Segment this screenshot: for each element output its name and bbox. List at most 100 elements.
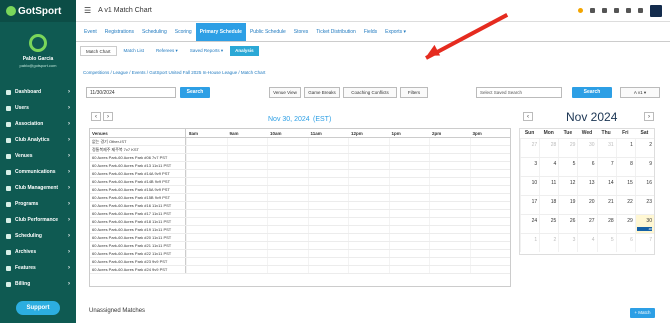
- schedule-slot[interactable]: [469, 170, 511, 177]
- division-select[interactable]: A v1 ▾: [620, 87, 660, 98]
- schedule-slot[interactable]: [186, 266, 227, 273]
- schedule-slot[interactable]: [226, 138, 268, 145]
- nav-scheduling[interactable]: Scheduling ›: [0, 228, 76, 244]
- schedule-slot[interactable]: [226, 258, 268, 265]
- schedule-slot[interactable]: [388, 242, 430, 249]
- calendar-day[interactable]: 19: [558, 196, 577, 214]
- calendar-day[interactable]: 9: [634, 158, 654, 176]
- calendar-day[interactable]: 24: [520, 215, 539, 233]
- schedule-slot[interactable]: [429, 170, 470, 177]
- calendar-day[interactable]: 5: [596, 234, 616, 252]
- calendar-day[interactable]: 28: [539, 139, 558, 157]
- schedule-slot[interactable]: [348, 194, 389, 201]
- nav-association[interactable]: Association ›: [0, 116, 76, 132]
- schedule-slot[interactable]: [429, 202, 470, 209]
- schedule-slot[interactable]: [429, 186, 470, 193]
- schedule-slot[interactable]: [469, 266, 511, 273]
- schedule-slot[interactable]: [429, 242, 470, 249]
- schedule-slot[interactable]: [186, 154, 227, 161]
- schedule-slot[interactable]: [469, 226, 511, 233]
- schedule-slot[interactable]: [469, 154, 511, 161]
- schedule-slot[interactable]: [226, 178, 268, 185]
- date-field[interactable]: 11/30/2024: [86, 87, 176, 98]
- calendar-day[interactable]: 5: [558, 158, 577, 176]
- schedule-slot[interactable]: [348, 218, 389, 225]
- schedule-slot[interactable]: [307, 186, 349, 193]
- schedule-slot[interactable]: [469, 186, 511, 193]
- schedule-slot[interactable]: [388, 234, 430, 241]
- schedule-slot[interactable]: [388, 162, 430, 169]
- calendar-day[interactable]: 28: [596, 215, 616, 233]
- calendar-day[interactable]: 1: [615, 139, 635, 157]
- calendar-day[interactable]: 2: [634, 139, 654, 157]
- schedule-slot[interactable]: [348, 178, 389, 185]
- search-button[interactable]: Search: [180, 87, 210, 98]
- nav-users[interactable]: Users ›: [0, 100, 76, 116]
- schedule-slot[interactable]: [186, 242, 227, 249]
- breadcrumb[interactable]: Competitions / League / Events / GotSpor…: [83, 70, 265, 75]
- schedule-slot[interactable]: [307, 242, 349, 249]
- schedule-slot[interactable]: [348, 250, 389, 257]
- coaching-conflicts-button[interactable]: Coaching Conflicts: [343, 87, 397, 98]
- user-block[interactable]: Pablo Garcia pablo@gotsport.com: [0, 22, 76, 68]
- schedule-slot[interactable]: [348, 186, 389, 193]
- settings-icon[interactable]: [638, 8, 643, 13]
- calendar-day[interactable]: 23: [634, 196, 654, 214]
- schedule-slot[interactable]: [388, 210, 430, 217]
- calendar-day[interactable]: 18: [539, 196, 558, 214]
- calendar-event[interactable]: 48: [636, 227, 652, 231]
- schedule-slot[interactable]: [388, 258, 430, 265]
- schedule-slot[interactable]: [348, 266, 389, 273]
- schedule-slot[interactable]: [469, 202, 511, 209]
- schedule-slot[interactable]: [429, 250, 470, 257]
- schedule-slot[interactable]: [226, 242, 268, 249]
- calendar-day[interactable]: 3: [558, 234, 577, 252]
- tab-exports[interactable]: Exports ▾: [381, 23, 410, 41]
- game-breaks-button[interactable]: Game Breaks: [304, 87, 340, 98]
- chat-icon[interactable]: [626, 8, 631, 13]
- nav-archives[interactable]: Archives ›: [0, 244, 76, 260]
- saved-search-select[interactable]: Select Saved Search: [476, 87, 562, 98]
- match-list-tab[interactable]: Match List: [119, 46, 150, 56]
- schedule-slot[interactable]: [307, 266, 349, 273]
- schedule-slot[interactable]: [226, 266, 268, 273]
- schedule-slot[interactable]: [226, 234, 268, 241]
- search-button-secondary[interactable]: Search: [572, 87, 612, 98]
- schedule-slot[interactable]: [348, 226, 389, 233]
- filters-button[interactable]: Filters: [400, 87, 428, 98]
- schedule-slot[interactable]: [186, 186, 227, 193]
- schedule-slot[interactable]: [469, 234, 511, 241]
- calendar-day[interactable]: 22: [615, 196, 635, 214]
- nav-communications[interactable]: Communications ›: [0, 164, 76, 180]
- schedule-slot[interactable]: [388, 194, 430, 201]
- schedule-slot[interactable]: [307, 218, 349, 225]
- schedule-slot[interactable]: [226, 194, 268, 201]
- schedule-slot[interactable]: [186, 202, 227, 209]
- schedule-slot[interactable]: [186, 226, 227, 233]
- calendar-day[interactable]: 30 48: [634, 215, 654, 233]
- schedule-slot[interactable]: [226, 162, 268, 169]
- schedule-slot[interactable]: [429, 138, 470, 145]
- schedule-slot[interactable]: [307, 162, 349, 169]
- schedule-slot[interactable]: [348, 234, 389, 241]
- tab-ticket-distribution[interactable]: Ticket Distribution: [312, 23, 360, 41]
- schedule-slot[interactable]: [307, 258, 349, 265]
- calendar-day[interactable]: 31: [596, 139, 616, 157]
- schedule-slot[interactable]: [186, 162, 227, 169]
- schedule-slot[interactable]: [348, 162, 389, 169]
- schedule-slot[interactable]: [267, 186, 308, 193]
- schedule-slot[interactable]: [388, 146, 430, 153]
- schedule-slot[interactable]: [267, 138, 308, 145]
- next-day-icon[interactable]: ›: [103, 112, 113, 121]
- schedule-slot[interactable]: [469, 258, 511, 265]
- schedule-slot[interactable]: [348, 202, 389, 209]
- tab-stores[interactable]: Stores: [290, 23, 312, 41]
- calendar-day[interactable]: 30: [577, 139, 596, 157]
- calendar-day[interactable]: 7: [596, 158, 616, 176]
- schedule-slot[interactable]: [348, 138, 389, 145]
- nav-club-performance[interactable]: Club Performance ›: [0, 212, 76, 228]
- calendar-day[interactable]: 29: [558, 139, 577, 157]
- nav-dashboard[interactable]: Dashboard ›: [0, 84, 76, 100]
- tab-registrations[interactable]: Registrations: [101, 23, 138, 41]
- schedule-slot[interactable]: [348, 242, 389, 249]
